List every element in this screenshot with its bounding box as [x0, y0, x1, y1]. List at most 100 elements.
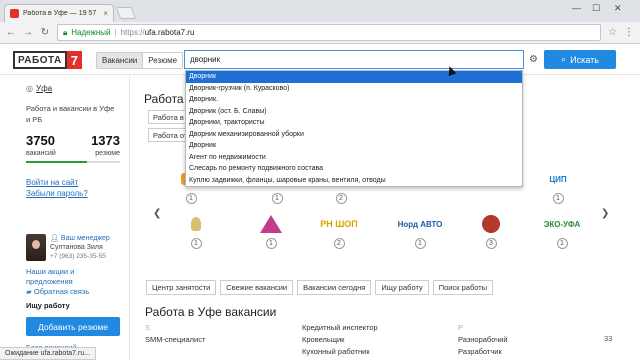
employer-logo[interactable]: ЦИП 1: [535, 168, 581, 204]
status-bar: Ожидание ufa.rabota7.ru...: [0, 347, 97, 360]
vacancies-count: 3750: [26, 133, 55, 148]
location-pin-icon: ◎: [26, 84, 33, 93]
employer-mark: [468, 213, 514, 235]
browser-menu-icon[interactable]: ⋮: [624, 27, 634, 38]
vacancy-count-badge: 2: [333, 238, 345, 249]
vacancy-column-1: S SMM-специалист: [145, 322, 205, 346]
vacancy-count: 33: [604, 334, 613, 343]
employer-logo[interactable]: ЭКО-УФА 1: [532, 213, 592, 249]
search-input[interactable]: дворник: [184, 50, 524, 69]
resume-stat[interactable]: 1373 резюме: [91, 133, 120, 157]
vacancies-toggle[interactable]: Вакансии: [97, 53, 144, 68]
suggestion-item[interactable]: Куплю задвижки, фланцы, шаровые краны, в…: [186, 175, 522, 187]
vacancy-count-badge: 1: [556, 238, 568, 249]
browser-toolbar: ← → ↻ 🔒︎ Надежный | https:// ufa.rabota7…: [0, 22, 640, 44]
city-name: Уфа: [35, 84, 53, 93]
tab-today-vacancies[interactable]: Вакансии сегодня: [297, 280, 372, 295]
stats-divider: [26, 161, 120, 163]
employer-logo[interactable]: 1: [248, 213, 294, 249]
search-settings-icon[interactable]: ⚙: [529, 54, 538, 65]
url-scheme: https://: [120, 28, 145, 37]
promo-link[interactable]: Наши акции и предложения: [26, 267, 120, 287]
browser-tab[interactable]: Работа в Уфе — 19 57 ×: [4, 4, 114, 22]
vacancy-count-badge: 1: [185, 193, 197, 204]
employer-logo[interactable]: 3: [468, 213, 514, 249]
promo-block: Наши акции и предложения ▰ Обратная связ…: [26, 267, 120, 297]
manager-name: Султанова Зиля: [50, 244, 103, 251]
employer-mark: Норд АВТО: [397, 219, 443, 229]
suggestion-item[interactable]: Агент по недвижимости: [186, 152, 522, 164]
employer-logo[interactable]: 1: [173, 213, 219, 249]
window-close-icon[interactable]: ✕: [614, 3, 622, 14]
search-button[interactable]: ⌕ Искать: [544, 50, 616, 69]
tab-close-icon[interactable]: ×: [103, 9, 108, 18]
browser-tab-strip: Работа в Уфе — 19 57 × — ☐ ✕: [0, 0, 640, 22]
filter-chip-1[interactable]: Работа в: [148, 110, 189, 124]
suggestion-item[interactable]: Дворник.: [186, 94, 522, 106]
bookmark-star-icon[interactable]: ☆: [608, 27, 617, 38]
maximize-icon[interactable]: ☐: [592, 3, 600, 14]
vacancy-link[interactable]: Разработчик: [458, 346, 508, 358]
site-logo[interactable]: РАБОТА 7: [13, 51, 82, 69]
vacancy-column-3: P Разнорабочий Разработчик: [458, 322, 508, 358]
site-blurb: Работа и вакансии в Уфе и РБ: [26, 104, 115, 124]
autocomplete-dropdown: Дворник Дворник-грузчик (п. Курасково) Д…: [185, 70, 523, 187]
forgot-password-link[interactable]: Забыли пароль?: [26, 189, 120, 198]
vacancy-column-2: Кредитный инспектор Кровельщик Кухонный …: [302, 322, 378, 358]
add-resume-button[interactable]: Добавить резюме: [26, 317, 120, 336]
vacancy-link[interactable]: SMM-специалист: [145, 334, 205, 346]
reload-icon[interactable]: ↻: [40, 27, 50, 38]
suggestion-item[interactable]: Дворники, трактористы: [186, 117, 522, 129]
manager-phone: +7 (963) 235-35-55: [50, 253, 106, 260]
site-favicon-icon: [10, 9, 19, 18]
tab-employment-center[interactable]: Центр занятости: [146, 280, 217, 295]
stats: 3750 вакансий 1373 резюме: [26, 133, 120, 157]
resume-toggle[interactable]: Резюме: [143, 53, 183, 68]
vacancies-label: вакансий: [26, 150, 56, 157]
employer-logo[interactable]: РН ШОП 2: [316, 213, 362, 249]
suggestion-item[interactable]: Дворник: [186, 71, 522, 83]
suggestion-item[interactable]: Дворник (ост. Б. Славы): [186, 106, 522, 118]
suggestion-item[interactable]: Дворник механизированной уборки: [186, 129, 522, 141]
search-icon: ⌕: [561, 54, 567, 64]
carousel-prev-icon[interactable]: ❮: [153, 208, 161, 219]
forward-icon[interactable]: →: [23, 27, 33, 38]
vacancy-link[interactable]: Разнорабочий: [458, 334, 508, 346]
manager-card: 👤︎ Ваш менеджер Султанова Зиля +7 (963) …: [26, 234, 120, 261]
user-icon: 👤︎: [50, 235, 61, 242]
address-separator: |: [114, 28, 117, 37]
feedback-link[interactable]: ▰ Обратная связь: [26, 287, 120, 297]
url-host: ufa.rabota7.ru: [144, 28, 195, 37]
vacancy-link[interactable]: Кухонный работник: [302, 346, 378, 358]
vacancies-stat[interactable]: 3750 вакансий: [26, 133, 56, 157]
back-icon[interactable]: ←: [6, 27, 16, 38]
vacancy-count-badge: 2: [335, 193, 347, 204]
suggestion-item[interactable]: Дворник: [186, 140, 522, 152]
manager-title[interactable]: 👤︎ Ваш менеджер: [50, 234, 110, 243]
letter-heading: S: [145, 323, 151, 332]
vacancy-count-badge: 1: [271, 193, 283, 204]
tab-job-search[interactable]: Поиск работы: [432, 280, 494, 295]
city-selector[interactable]: ◎ Уфа: [26, 84, 120, 93]
vacancy-link[interactable]: Кровельщик: [302, 334, 378, 346]
chat-icon: ▰: [26, 287, 34, 296]
employer-mark: [173, 213, 219, 235]
main-heading: Работа: [144, 92, 184, 106]
suggestion-item[interactable]: Дворник-грузчик (п. Курасково): [186, 83, 522, 95]
resume-count: 1373: [91, 133, 120, 148]
minimize-icon[interactable]: —: [572, 3, 581, 13]
employer-logo[interactable]: Норд АВТО 1: [392, 213, 448, 249]
login-link[interactable]: Войти на сайт: [26, 178, 120, 187]
vacancy-link[interactable]: Кредитный инспектор: [302, 322, 378, 334]
secure-label: Надежный: [71, 28, 111, 37]
vacancy-count-badge: 1: [552, 193, 564, 204]
new-tab-button[interactable]: [115, 7, 137, 19]
logo-number: 7: [66, 51, 82, 69]
tab-fresh-vacancies[interactable]: Свежие вакансии: [220, 280, 294, 295]
carousel-next-icon[interactable]: ❯: [601, 208, 609, 219]
address-bar[interactable]: 🔒︎ Надежный | https:// ufa.rabota7.ru: [57, 24, 602, 41]
logo-word: РАБОТА: [13, 51, 67, 69]
tab-looking-for-job[interactable]: Ищу работу: [375, 280, 429, 295]
suggestion-item[interactable]: Слесарь по ремонту подвижного состава: [186, 163, 522, 175]
job-search-label: Ищу работу: [26, 301, 70, 310]
